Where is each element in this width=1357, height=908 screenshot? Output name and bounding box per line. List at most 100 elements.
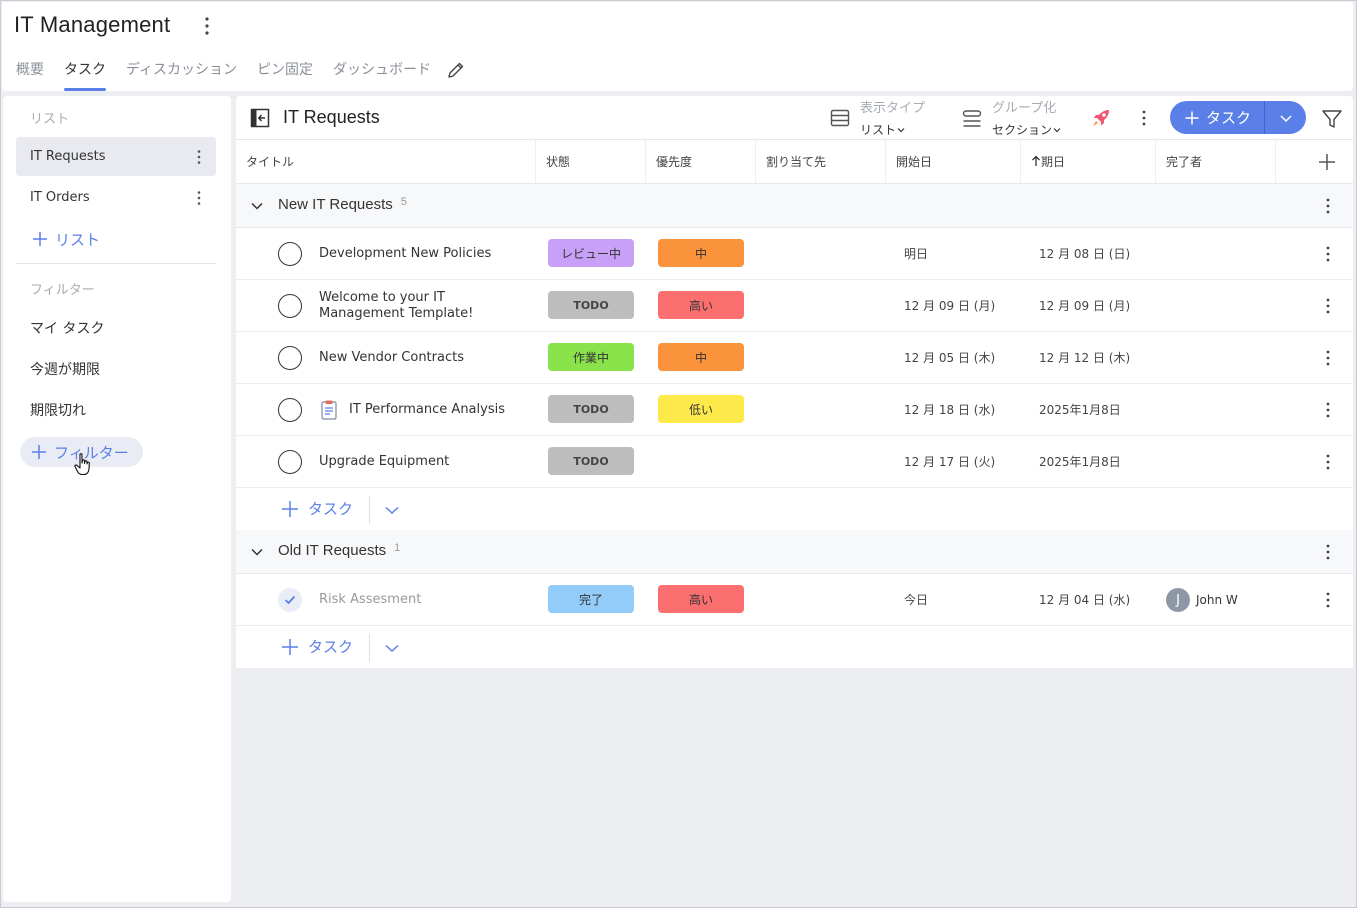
due-date[interactable]: 2025年1月8日 — [1039, 436, 1121, 488]
project-tabs: 概要 タスク ディスカッション ピン固定 ダッシュボード — [16, 59, 451, 91]
table-row[interactable]: Development New Policies レビュー中 中 明日 12 月… — [236, 228, 1353, 280]
status-badge[interactable]: 完了 — [548, 585, 634, 613]
due-date[interactable]: 12 月 09 日 (月) — [1039, 280, 1130, 332]
status-badge[interactable]: 作業中 — [548, 343, 634, 371]
more-options-icon[interactable] — [1320, 244, 1336, 264]
complete-checkbox[interactable] — [278, 242, 302, 266]
chevron-down-icon — [1053, 128, 1061, 133]
chevron-down-icon[interactable] — [250, 546, 264, 558]
sidebar-item-it-requests[interactable]: IT Requests — [16, 137, 216, 176]
tab-overview[interactable]: 概要 — [16, 59, 44, 91]
more-options-icon[interactable] — [1320, 452, 1336, 472]
column-start-date[interactable]: 開始日 — [886, 140, 1021, 184]
add-task-button[interactable]: タスク — [1170, 101, 1264, 134]
status-badge[interactable]: レビュー中 — [548, 239, 634, 267]
more-options-icon[interactable] — [1320, 296, 1336, 316]
group-by-icon — [962, 110, 982, 127]
more-options-icon[interactable] — [192, 189, 206, 207]
due-date[interactable]: 12 月 08 日 (日) — [1039, 228, 1130, 280]
view-type-label: 表示タイプ — [860, 101, 926, 116]
task-title[interactable]: New Vendor Contracts — [319, 332, 534, 384]
task-title-cell[interactable]: IT Performance Analysis — [319, 384, 534, 436]
group-by-selector[interactable]: グループ化 セクション — [962, 100, 1072, 137]
priority-badge[interactable]: 高い — [658, 585, 744, 613]
sidebar: リスト IT Requests IT Orders リスト フィルター マイ タ… — [3, 96, 231, 902]
main-area: IT Requests 表示タイプ リスト グループ化 セクション タスク タイ… — [236, 96, 1353, 902]
complete-checkbox[interactable] — [278, 450, 302, 474]
column-priority[interactable]: 優先度 — [646, 140, 756, 184]
start-date[interactable]: 今日 — [904, 574, 928, 626]
priority-badge[interactable]: 中 — [658, 239, 744, 267]
sidebar-filter-due-this-week[interactable]: 今週が期限 — [30, 359, 100, 379]
task-title[interactable]: Upgrade Equipment — [319, 436, 534, 488]
sidebar-item-it-orders[interactable]: IT Orders — [16, 178, 216, 217]
chevron-down-icon[interactable] — [250, 200, 264, 212]
status-badge[interactable]: TODO — [548, 291, 634, 319]
complete-checkbox[interactable] — [278, 346, 302, 370]
add-list-button[interactable]: リスト — [31, 228, 100, 250]
add-task-inline-button[interactable]: タスク — [280, 498, 353, 519]
column-due-date[interactable]: 期日 — [1021, 140, 1156, 184]
column-title[interactable]: タイトル — [236, 140, 536, 184]
tab-dashboard[interactable]: ダッシュボード — [333, 59, 431, 91]
checkmark-icon — [284, 595, 296, 605]
add-task-label: タスク — [308, 500, 354, 518]
more-options-icon[interactable] — [1320, 348, 1336, 368]
table-row[interactable]: Welcome to your IT Management Template! … — [236, 280, 1353, 332]
divider — [369, 496, 370, 524]
tab-discussion[interactable]: ディスカッション — [126, 59, 237, 91]
sidebar-filter-my-tasks[interactable]: マイ タスク — [30, 318, 104, 338]
task-title[interactable]: Welcome to your IT Management Template! — [319, 280, 534, 332]
complete-checkbox[interactable] — [278, 398, 302, 422]
table-row[interactable]: Risk Assesment 完了 高い 今日 12 月 04 日 (水) J … — [236, 574, 1353, 626]
priority-badge[interactable]: 高い — [658, 291, 744, 319]
status-badge[interactable]: TODO — [548, 447, 634, 475]
rocket-icon[interactable] — [1089, 106, 1113, 130]
tab-tasks[interactable]: タスク — [64, 59, 106, 91]
more-options-icon[interactable] — [1320, 400, 1336, 420]
complete-checkbox[interactable] — [278, 588, 302, 612]
start-date[interactable]: 12 月 05 日 (木) — [904, 332, 995, 384]
chevron-down-icon[interactable] — [384, 642, 400, 654]
tab-pinned[interactable]: ピン固定 — [257, 59, 313, 91]
done-by-user[interactable]: J John W — [1166, 588, 1238, 612]
due-date[interactable]: 2025年1月8日 — [1039, 384, 1121, 436]
column-assignee[interactable]: 割り当て先 — [756, 140, 886, 184]
task-title[interactable]: Risk Assesment — [319, 574, 534, 626]
add-task-inline-button[interactable]: タスク — [280, 636, 353, 657]
column-done-by[interactable]: 完了者 — [1156, 140, 1276, 184]
more-options-icon[interactable] — [198, 14, 216, 38]
more-options-icon[interactable] — [1136, 108, 1152, 128]
due-date[interactable]: 12 月 04 日 (水) — [1039, 574, 1130, 626]
add-task-dropdown-button[interactable] — [1265, 101, 1306, 134]
chevron-down-icon[interactable] — [384, 504, 400, 516]
more-options-icon[interactable] — [192, 148, 206, 166]
done-by-name: John W — [1196, 593, 1238, 607]
complete-checkbox[interactable] — [278, 294, 302, 318]
priority-badge[interactable]: 低い — [658, 395, 744, 423]
edit-tabs-icon[interactable] — [446, 60, 466, 80]
task-title[interactable]: Development New Policies — [319, 228, 534, 280]
table-row[interactable]: Upgrade Equipment TODO 12 月 17 日 (火) 202… — [236, 436, 1353, 488]
add-column-icon[interactable] — [1318, 153, 1336, 171]
column-due-date-label: 期日 — [1041, 155, 1066, 169]
table-row[interactable]: IT Performance Analysis TODO 低い 12 月 18 … — [236, 384, 1353, 436]
start-date[interactable]: 12 月 09 日 (月) — [904, 280, 995, 332]
table-row[interactable]: New Vendor Contracts 作業中 中 12 月 05 日 (木)… — [236, 332, 1353, 384]
start-date[interactable]: 12 月 17 日 (火) — [904, 436, 995, 488]
lists-heading: リスト — [30, 112, 70, 127]
view-type-selector[interactable]: 表示タイプ リスト — [830, 100, 926, 137]
start-date[interactable]: 12 月 18 日 (水) — [904, 384, 995, 436]
collapse-sidebar-icon[interactable] — [250, 108, 270, 128]
sidebar-filter-overdue[interactable]: 期限切れ — [30, 400, 86, 420]
priority-badge[interactable]: 中 — [658, 343, 744, 371]
filter-icon[interactable] — [1321, 108, 1343, 130]
more-options-icon[interactable] — [1320, 590, 1336, 610]
app-frame: IT Management 概要 タスク ディスカッション ピン固定 ダッシュボ… — [0, 0, 1357, 908]
more-options-icon[interactable] — [1320, 196, 1336, 216]
start-date[interactable]: 明日 — [904, 228, 928, 280]
more-options-icon[interactable] — [1320, 542, 1336, 562]
status-badge[interactable]: TODO — [548, 395, 634, 423]
column-status[interactable]: 状態 — [536, 140, 646, 184]
due-date[interactable]: 12 月 12 日 (木) — [1039, 332, 1130, 384]
